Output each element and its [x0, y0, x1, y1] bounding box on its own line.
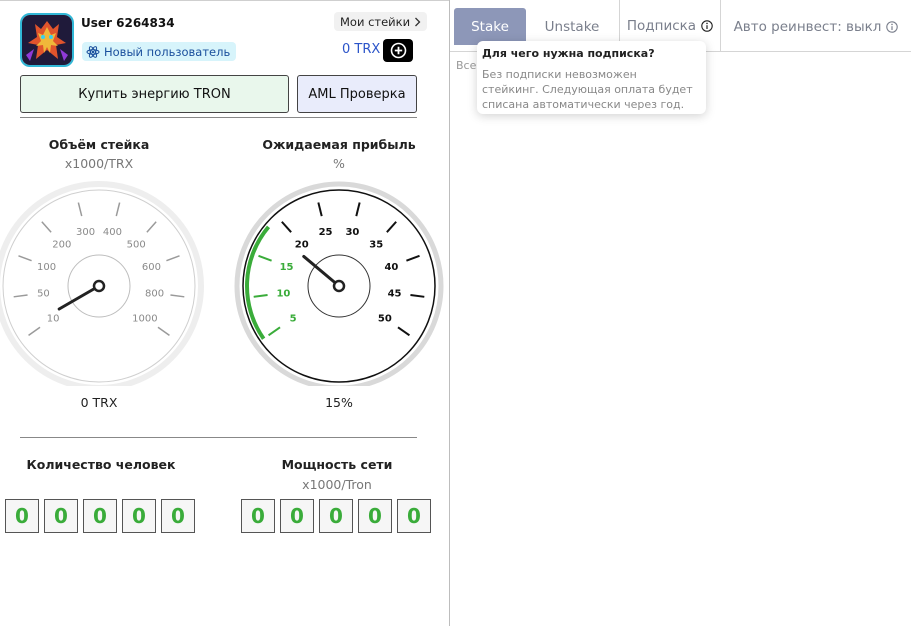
tab-auto-reinvest[interactable]: Авто реинвест: выкл: [726, 8, 906, 45]
app-frame: User 6264834 Новый пользователь Мои стей…: [0, 0, 911, 626]
profit-gauge-title: Ожидаемая прибыль: [262, 137, 416, 152]
tooltip-body: Без подписки невозможен стейкинг. Следую…: [482, 68, 693, 111]
counter-digit: 0: [397, 499, 431, 533]
my-stakes-label: Мои стейки: [340, 14, 411, 29]
profit-value: 15%: [325, 395, 353, 410]
people-counter: 0 0 0 0 0: [5, 499, 195, 533]
gauge-needle-pivot: [332, 279, 346, 293]
network-power-unit: x1000/Tron: [302, 477, 372, 492]
profit-gauge-unit: %: [333, 156, 345, 171]
buy-energy-button[interactable]: Купить энергию TRON: [20, 75, 289, 113]
counter-digit: 0: [358, 499, 392, 533]
profit-gauge: 510152025 3035404550: [234, 181, 444, 386]
info-icon[interactable]: [701, 19, 713, 32]
stake-value: 0 TRX: [80, 395, 118, 410]
gauge-tick-label: 50: [378, 314, 392, 325]
username: User 6264834: [81, 16, 175, 30]
gauge-tick-label: 200: [52, 240, 71, 251]
chevron-right-icon: [415, 17, 421, 26]
counter-digit: 0: [161, 499, 195, 533]
tab-unstake[interactable]: Unstake: [530, 8, 614, 45]
tab-subscription-label: Подписка: [626, 17, 697, 34]
gauge-tick-label: 20: [295, 240, 309, 251]
aml-check-button[interactable]: AML Проверка: [297, 75, 417, 113]
user-status-label: Новый пользователь: [104, 44, 231, 59]
content-partial-text: Все: [456, 59, 477, 72]
gauges: 10 50 100 200 300 400 500 600 800 1000 5 10 1520 25 3…: [0, 181, 444, 386]
stake-gauge: 10 50 100 200 300 400 500 600 800 1000: [0, 181, 204, 386]
gauge-needle-pivot: [92, 279, 106, 293]
left-panel: User 6264834 Новый пользователь Мои стей…: [0, 0, 449, 626]
divider: [20, 437, 417, 438]
gauge-tick-label: 15: [280, 262, 294, 273]
people-count-title: Количество человек: [26, 457, 176, 472]
subscription-tooltip: Для чего нужна подписка? Без подписки не…: [477, 41, 706, 114]
user-status-badge: Новый пользователь: [82, 42, 237, 61]
counter-digit: 0: [280, 499, 314, 533]
atom-icon: [86, 45, 100, 58]
counter-digit: 0: [44, 499, 78, 533]
plus-circle-icon: [390, 42, 406, 59]
my-stakes-link[interactable]: Мои стейки: [334, 12, 428, 31]
counter-digit: 0: [5, 499, 39, 533]
gauge-tick-label: 600: [142, 262, 161, 273]
right-panel: Stake Unstake Подписка Авто реинвест: вы…: [450, 0, 911, 626]
gauge-tick-label: 10: [276, 289, 290, 300]
counter-digit: 0: [83, 499, 117, 533]
network-counter: 0 0 0 0 0: [241, 499, 431, 533]
gauge-tick-label: 1000: [132, 314, 157, 325]
divider: [20, 117, 417, 118]
avatar-image: [22, 15, 72, 65]
gauge-tick-label: 800: [145, 289, 164, 300]
tab-stake[interactable]: Stake: [454, 8, 526, 45]
gauge-tick-label: 500: [127, 240, 146, 251]
add-funds-button[interactable]: [383, 39, 413, 62]
gauge-tick-label: 300: [76, 227, 95, 238]
gauge-tick-label: 30: [345, 227, 359, 238]
network-power-title: Мощность сети: [281, 457, 393, 472]
gauge-tick-label: 45: [388, 289, 402, 300]
tooltip-title: Для чего нужна подписка?: [482, 47, 655, 60]
gauge-tick-label: 40: [384, 262, 398, 273]
gauge-tick-label: 50: [37, 289, 50, 300]
info-icon[interactable]: [886, 20, 899, 33]
tab-auto-reinvest-label: Авто реинвест: выкл: [733, 18, 882, 35]
avatar[interactable]: [20, 13, 74, 67]
counter-digit: 0: [122, 499, 156, 533]
balance-value: 0 TRX: [342, 42, 381, 57]
stake-gauge-title: Объём стейка: [48, 137, 150, 152]
gauge-tick-label: 400: [103, 227, 122, 238]
gauge-tick-label: 35: [369, 240, 383, 251]
stake-gauge-unit: x1000/TRX: [64, 156, 134, 171]
counter-digit: 0: [319, 499, 353, 533]
gauge-tick-label: 5: [290, 314, 297, 325]
gauge-tick-label: 100: [37, 262, 56, 273]
gauge-tick-label: 25: [319, 227, 333, 238]
counter-digit: 0: [241, 499, 275, 533]
gauge-tick-label: 10: [47, 314, 60, 325]
